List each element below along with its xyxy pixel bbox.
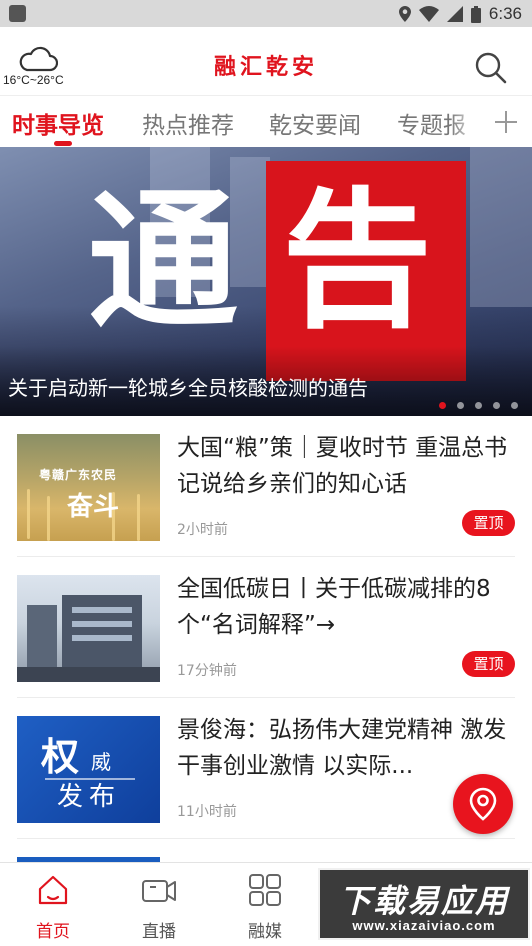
- news-thumbnail: [17, 575, 160, 682]
- news-item[interactable]: 粤赣广东农民 奋斗 大国“粮”策｜夏收时节 重温总书记说给乡亲们的知心话 2小时…: [17, 416, 515, 557]
- location-fab-button[interactable]: [453, 774, 513, 834]
- nav-home-label: 首页: [36, 922, 70, 942]
- watermark-url: www.xiazaiviao.com: [352, 918, 496, 933]
- news-title: 景俊海：弘扬伟大建党精神 激发干事创业激情 以实际...: [177, 717, 507, 779]
- watermark-logo: 下载易应用 www.xiazaiviao.com: [318, 868, 530, 940]
- thumbnail-caption: 发布: [57, 782, 122, 812]
- status-bar: 6:36: [0, 0, 532, 27]
- news-title: 大国“粮”策｜夏收时节 重温总书记说给乡亲们的知心话: [177, 435, 508, 497]
- grid-icon: [249, 874, 281, 906]
- location-pin-icon: [469, 787, 497, 821]
- watermark-title: 下载易应用: [338, 882, 509, 920]
- thumbnail-caption-large: 奋斗: [67, 492, 120, 522]
- nav-media[interactable]: 融媒: [212, 863, 318, 946]
- news-item[interactable]: 权 威 发布 景俊海：弘扬伟大建党精神 激发干事创业激情 以实际... 11小时…: [17, 698, 515, 839]
- search-button[interactable]: [474, 51, 508, 85]
- app-header: 16°C~26°C 融汇乾安: [0, 27, 532, 95]
- carousel-dot[interactable]: [457, 402, 464, 409]
- thumbnail-caption: 粤赣广东农民: [39, 468, 118, 482]
- nav-home[interactable]: 首页: [0, 863, 106, 946]
- status-time: 6:36: [488, 4, 522, 23]
- category-tabs: 时事导览 热点推荐 乾安要闻 专题报: [0, 95, 532, 147]
- wifi-icon: [418, 6, 439, 22]
- status-icons: 6:36: [398, 3, 522, 25]
- carousel-dot[interactable]: [493, 402, 500, 409]
- plus-icon: [495, 111, 517, 133]
- banner-caption: 关于启动新一轮城乡全员核酸检测的通告: [8, 376, 368, 400]
- home-icon: [38, 875, 68, 905]
- carousel-dots: [439, 402, 518, 409]
- banner-char-2: 告: [282, 175, 433, 349]
- nav-live-label: 直播: [142, 922, 176, 942]
- tab-fade: [450, 96, 480, 147]
- tab-shishi-daolan[interactable]: 时事导览: [12, 106, 104, 140]
- video-camera-icon: [142, 880, 176, 902]
- pinned-badge: 置顶: [462, 510, 515, 536]
- active-tab-indicator: [54, 141, 72, 146]
- carousel-dot[interactable]: [475, 402, 482, 409]
- wheat-stalk: [47, 496, 50, 541]
- search-icon: [475, 52, 507, 84]
- thumbnail-window: [72, 635, 132, 641]
- notification-icon: [9, 5, 26, 22]
- news-thumbnail: 权 威 发布: [17, 716, 160, 823]
- thumbnail-window: [72, 621, 132, 627]
- pinned-badge: 置顶: [462, 651, 515, 677]
- news-item[interactable]: 全国低碳日丨关于低碳减排的8个“名词解释”→ 17分钟前 置顶: [17, 557, 515, 698]
- thumbnail-window: [72, 607, 132, 613]
- thumbnail-ground: [17, 667, 160, 682]
- nav-media-label: 融媒: [248, 922, 282, 942]
- nav-live[interactable]: 直播: [106, 863, 212, 946]
- news-title: 全国低碳日丨关于低碳减排的8个“名词解释”→: [177, 576, 491, 638]
- tab-redian-tuijian[interactable]: 热点推荐: [142, 106, 234, 140]
- carousel-dot[interactable]: [439, 402, 446, 409]
- location-icon: [398, 6, 411, 22]
- signal-icon: [446, 6, 463, 22]
- news-thumbnail: 粤赣广东农民 奋斗: [17, 434, 160, 541]
- thumbnail-caption: 威: [91, 750, 111, 774]
- tab-qianan-yaowen[interactable]: 乾安要闻: [269, 106, 361, 140]
- news-time: 11小时前: [177, 804, 237, 820]
- carousel-dot[interactable]: [511, 402, 518, 409]
- wheat-stalk: [27, 489, 30, 539]
- add-channel-button[interactable]: [480, 96, 532, 147]
- banner-char-1: 通: [88, 175, 239, 349]
- battery-icon: [470, 5, 481, 23]
- banner-building: [470, 147, 532, 307]
- news-time: 17分钟前: [177, 663, 237, 679]
- wheat-stalk: [137, 494, 140, 541]
- banner-carousel[interactable]: 通 告 关于启动新一轮城乡全员核酸检测的通告: [0, 147, 532, 416]
- app-logo: 融汇乾安: [213, 54, 318, 80]
- news-time: 2小时前: [177, 522, 228, 538]
- thumbnail-caption: 权: [41, 734, 80, 779]
